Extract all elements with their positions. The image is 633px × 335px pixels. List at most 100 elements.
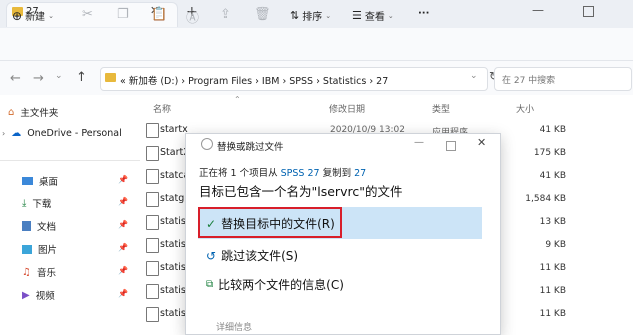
share-icon[interactable]: ⇪: [220, 7, 231, 22]
compare-option[interactable]: ⧉ 比较两个文件的信息(C): [206, 276, 344, 293]
file-size: 41 KB: [539, 171, 566, 181]
pin-icon: 📌: [118, 175, 128, 184]
file-size: 11 KB: [539, 286, 566, 296]
sidebar-item-label: 主文件夹: [20, 108, 59, 119]
compare-icon: ⧉: [206, 279, 214, 290]
delete-icon[interactable]: 🗑: [254, 7, 271, 22]
chevron-right-icon: ›: [2, 129, 6, 138]
file-icon: [146, 284, 159, 299]
sort-up-icon: ⌃: [234, 95, 241, 104]
cut-icon[interactable]: ✂: [82, 7, 93, 22]
home-icon: ⌂: [8, 106, 15, 118]
file-name[interactable]: startx: [160, 124, 188, 135]
sidebar-item-label: 下载: [32, 199, 52, 210]
sidebar-item-videos[interactable]: ▶ 视频: [22, 288, 55, 303]
sidebar-item-label: 桌面: [39, 177, 59, 188]
column-header-name[interactable]: 名称: [153, 102, 171, 115]
copy-status-line: 正在将 1 个项目从 SPSS 27 复制到 27: [199, 165, 366, 179]
more-button[interactable]: ···: [418, 8, 429, 19]
new-label: 新建: [25, 12, 46, 23]
skip-option-label: 跳过该文件(S): [221, 249, 299, 263]
back-arrow-icon[interactable]: ←: [10, 71, 21, 86]
file-name[interactable]: statis: [160, 285, 186, 296]
music-icon: ♫: [22, 266, 31, 278]
sidebar-item-label: 视频: [35, 291, 55, 302]
copy-progress-icon: [201, 138, 213, 150]
file-size: 175 KB: [533, 148, 566, 158]
replace-option-label: 替换目标中的文件(R): [221, 217, 335, 231]
file-name[interactable]: statis: [160, 262, 186, 273]
file-name[interactable]: statis: [160, 216, 186, 227]
source-link[interactable]: SPSS 27: [281, 168, 320, 179]
sidebar-item-onedrive[interactable]: › ☁ OneDrive - Personal: [2, 128, 122, 139]
dialog-maximize-button[interactable]: [446, 141, 456, 151]
rename-icon[interactable]: Ⓐ: [186, 7, 199, 26]
sidebar-item-home[interactable]: ⌂ 主文件夹: [8, 105, 59, 120]
sidebar-item-label: OneDrive - Personal: [27, 128, 122, 139]
minimize-button[interactable]: —: [532, 3, 544, 17]
dest-link[interactable]: 27: [354, 168, 366, 179]
address-dropdown-icon[interactable]: ⌄: [470, 71, 478, 81]
command-bar: [0, 28, 633, 61]
desktop-icon: [22, 177, 33, 185]
pin-icon: 📌: [118, 266, 128, 275]
document-icon: [22, 221, 31, 231]
view-icon: ☰: [352, 9, 362, 22]
file-size: 9 KB: [545, 240, 566, 250]
sidebar-item-music[interactable]: ♫ 音乐: [22, 265, 56, 280]
view-button[interactable]: ☰ 查看 ⌄: [352, 8, 394, 23]
sidebar-item-label: 图片: [38, 245, 58, 256]
folder-icon: [105, 73, 116, 82]
file-name[interactable]: statis: [160, 239, 186, 250]
sort-button[interactable]: ⇅ 排序 ⌄: [290, 8, 331, 23]
maximize-button[interactable]: [583, 6, 594, 17]
file-icon: [146, 123, 159, 138]
dialog-minimize-button[interactable]: —: [414, 137, 424, 148]
check-icon: ✓: [206, 216, 217, 231]
sidebar-item-desktop[interactable]: 桌面: [22, 174, 58, 188]
file-icon: [146, 169, 159, 184]
details-toggle[interactable]: 详细信息: [216, 320, 252, 333]
column-header-type[interactable]: 类型: [432, 102, 450, 115]
file-icon: [146, 261, 159, 276]
copy-icon[interactable]: ❐: [117, 7, 129, 22]
recent-chevron-icon[interactable]: ⌄: [55, 71, 63, 81]
search-input[interactable]: 在 27 中搜索: [502, 73, 555, 86]
view-label: 查看: [364, 12, 385, 23]
pin-icon: 📌: [118, 220, 128, 229]
paste-icon[interactable]: 📋: [151, 7, 167, 22]
sidebar-item-documents[interactable]: 文档: [22, 219, 56, 233]
sidebar-item-label: 音乐: [36, 268, 56, 279]
skip-option[interactable]: ↺ 跳过该文件(S): [206, 247, 298, 264]
file-size: 11 KB: [539, 263, 566, 273]
download-icon: ⤓: [22, 197, 27, 209]
new-button[interactable]: ⊕ 新建 ⌄: [12, 8, 54, 24]
file-size: 1,584 KB: [525, 194, 566, 204]
column-header-size[interactable]: 大小: [516, 102, 534, 115]
compare-option-label: 比较两个文件的信息(C): [218, 278, 344, 292]
file-icon: [146, 307, 159, 322]
pin-icon: 📌: [118, 197, 128, 206]
skip-icon: ↺: [206, 248, 217, 263]
divider: [0, 160, 140, 161]
sidebar-item-downloads[interactable]: ⤓ 下载: [22, 196, 52, 211]
file-icon: [146, 238, 159, 253]
column-header-date[interactable]: 修改日期: [329, 102, 365, 115]
forward-arrow-icon[interactable]: →: [33, 71, 44, 86]
file-name[interactable]: statis: [160, 308, 186, 319]
up-arrow-icon[interactable]: ↑: [76, 70, 87, 85]
breadcrumb[interactable]: « 新加卷 (D:) › Program Files › IBM › SPSS …: [120, 73, 388, 87]
sort-icon: ⇅: [290, 9, 300, 22]
sidebar-item-pictures[interactable]: 图片: [22, 242, 57, 256]
file-icon: [146, 146, 159, 161]
sidebar-item-label: 文档: [37, 222, 57, 233]
pin-icon: 📌: [118, 243, 128, 252]
cloud-icon: ☁: [11, 128, 22, 139]
dialog-heading: 目标已包含一个名为"lservrc"的文件: [199, 184, 403, 199]
chevron-down-icon: ⌄: [325, 11, 332, 20]
replace-option[interactable]: ✓ 替换目标中的文件(R): [206, 215, 335, 232]
file-size: 11 KB: [539, 309, 566, 319]
dialog-close-button[interactable]: ✕: [477, 136, 486, 149]
chevron-down-icon: ⌄: [387, 11, 394, 20]
video-icon: ▶: [22, 289, 30, 301]
